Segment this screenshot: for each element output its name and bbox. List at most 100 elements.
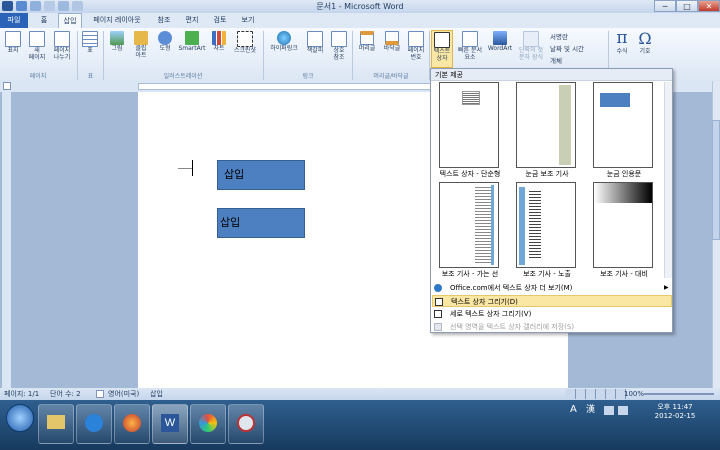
page-break-button[interactable]: 페이지 나누기 [50, 31, 74, 61]
gallery-thumb-contrast[interactable] [593, 182, 653, 268]
page-number-button[interactable]: 페이지 번호 [404, 31, 428, 61]
status-language[interactable]: 영어(미국) [108, 388, 139, 400]
word-icon: W [161, 414, 179, 432]
clip-art-button[interactable]: 클립 아트 [130, 31, 152, 59]
gallery-scrollbar[interactable] [664, 82, 672, 278]
screenshot-label: 스크린샷 [233, 47, 257, 54]
proofing-icon[interactable] [96, 390, 104, 398]
hyperlink-button[interactable]: 하이퍼링크 [266, 31, 302, 52]
paint-icon [199, 414, 217, 432]
quick-parts-button[interactable]: 빠른 문서 요소 [455, 31, 485, 61]
status-insert-mode[interactable]: 삽입 [150, 388, 163, 400]
volume-icon[interactable] [618, 406, 628, 415]
shapes-button[interactable]: 도형 [154, 31, 176, 52]
scrollbar-thumb[interactable] [712, 120, 720, 240]
tab-insert[interactable]: 삽입 [58, 13, 82, 28]
wordart-button[interactable]: WordArt [486, 31, 514, 52]
date-time-button[interactable]: 날짜 및 시간 [550, 43, 610, 55]
gallery-thumb-grid-sidebar[interactable] [516, 82, 576, 168]
save-to-gallery-icon [434, 323, 442, 331]
group-label-pages: 페이지 [29, 73, 47, 80]
screenshot-button[interactable]: 스크린샷 [230, 31, 260, 54]
gallery-header: 기본 제공 [431, 69, 672, 81]
quick-parts-icon [462, 31, 478, 47]
blank-page-button[interactable]: 새 페이지 [26, 31, 48, 61]
tab-references[interactable]: 참조 [152, 13, 176, 28]
start-button[interactable] [6, 404, 34, 432]
tab-mailings[interactable]: 편지 [180, 13, 204, 28]
gallery-thumb-thin-line[interactable] [439, 182, 499, 268]
table-icon [82, 31, 98, 47]
taskbar-firefox-button[interactable] [114, 404, 150, 444]
bookmark-button[interactable]: 책갈피 [303, 31, 327, 54]
maximize-button[interactable]: □ [676, 0, 698, 12]
status-bar: 페이지: 1/1 단어 수: 2 영어(미국) 삽입 100% [0, 388, 720, 400]
symbol-button[interactable]: Ω 기호 [634, 29, 656, 55]
drop-cap-button[interactable]: 단락의 첫 문자 장식 [514, 31, 548, 61]
menu-item-more-from-office[interactable]: Office.com에서 텍스트 상자 더 보기(M) ▶ [432, 282, 672, 294]
hanja-indicator[interactable]: 漢 [586, 404, 600, 416]
clip-art-label: 클립 아트 [135, 45, 147, 59]
ime-mode-indicator[interactable]: A [570, 404, 584, 416]
wordart-label: WordArt [487, 45, 513, 52]
signature-line-button[interactable]: 서명란 [550, 31, 610, 43]
omega-icon: Ω [638, 29, 652, 48]
gallery-caption: 눈금 인용문 [606, 170, 642, 178]
menu-item-draw-text-box[interactable]: 텍스트 상자 그리기(D) [432, 295, 672, 307]
vertical-ruler[interactable] [2, 92, 11, 388]
gallery-caption: 텍스트 상자 - 단순형 [439, 170, 501, 178]
footer-button[interactable]: 바닥글 [380, 31, 404, 52]
taskbar-explorer-button[interactable] [38, 404, 74, 444]
text-box-button[interactable]: 텍스트 상자 [431, 30, 453, 68]
tab-review[interactable]: 검토 [208, 13, 232, 28]
gallery-thumb-simple[interactable] [439, 82, 499, 168]
cover-page-button[interactable]: 표지 [2, 31, 24, 54]
menu-item-save-selection[interactable]: 선택 영역을 텍스트 상자 갤러리에 저장(S) [432, 321, 672, 333]
text-cursor [192, 160, 193, 176]
header-button[interactable]: 머리글 [355, 31, 379, 52]
object-button[interactable]: 개체 [550, 55, 610, 67]
minimize-button[interactable]: ─ [654, 0, 676, 12]
text-box-shape[interactable]: 삽입 [217, 208, 305, 238]
status-page[interactable]: 페이지: 1/1 [4, 388, 39, 400]
picture-button[interactable]: 그림 [106, 31, 128, 52]
tab-file[interactable]: 파일 [0, 13, 28, 28]
view-buttons[interactable] [566, 389, 626, 399]
tab-view[interactable]: 보기 [236, 13, 260, 28]
cover-page-label: 표지 [7, 47, 19, 54]
zoom-slider[interactable] [644, 393, 714, 395]
equation-button[interactable]: π 수식 [611, 29, 633, 56]
screenshot-icon [237, 31, 253, 47]
network-icon[interactable] [604, 406, 614, 415]
chart-button[interactable]: 차트 [208, 31, 230, 52]
group-label-illustrations: 일러스트레이션 [163, 73, 203, 80]
clock-time: 오후 11:47 [657, 403, 693, 411]
taskbar-app-button[interactable] [228, 404, 264, 444]
thumb-preview-graphic [475, 185, 494, 265]
close-button[interactable]: ✕ [698, 0, 720, 12]
status-word-count[interactable]: 단어 수: 2 [50, 388, 81, 400]
horizontal-ruler[interactable] [138, 83, 432, 90]
gallery-thumb-grid-quote[interactable] [593, 82, 653, 168]
cross-reference-button[interactable]: 상호 참조 [328, 31, 350, 61]
drop-cap-label: 단락의 첫 문자 장식 [519, 47, 543, 61]
taskbar-ie-button[interactable] [76, 404, 112, 444]
clock-date: 2012-02-15 [654, 412, 696, 420]
text-box-icon [434, 32, 450, 48]
group-label-header-footer: 머리글/바닥글 [373, 73, 409, 80]
smartart-button[interactable]: SmartArt [177, 31, 207, 52]
taskbar-word-button[interactable]: W [152, 404, 188, 444]
tab-selector-icon[interactable] [3, 82, 11, 90]
thumb-preview-graphic [594, 183, 652, 203]
firefox-icon [123, 414, 141, 432]
system-clock[interactable]: 오후 11:47 2012-02-15 [640, 403, 710, 421]
table-button[interactable]: 표 [80, 31, 100, 54]
gallery-thumb-exposure[interactable] [516, 182, 576, 268]
tab-home[interactable]: 홈 [34, 13, 54, 28]
status-zoom[interactable]: 100% [624, 388, 644, 400]
taskbar-paint-button[interactable] [190, 404, 226, 444]
thumb-preview-graphic [559, 85, 571, 165]
tab-page-layout[interactable]: 페이지 레이아웃 [86, 13, 148, 28]
text-box-shape[interactable]: 삽입 [217, 160, 305, 190]
menu-item-draw-vertical-text-box[interactable]: 세로 텍스트 상자 그리기(V) [432, 308, 672, 320]
